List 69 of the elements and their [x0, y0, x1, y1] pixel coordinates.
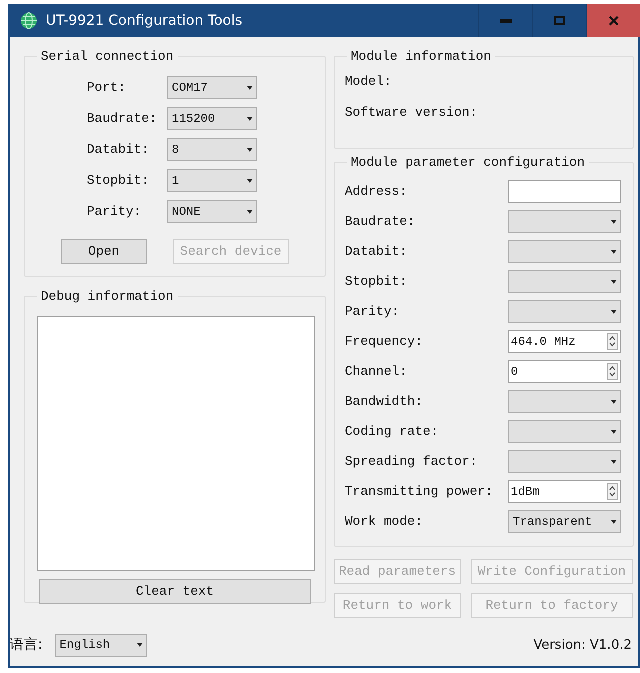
- close-icon: [608, 16, 618, 26]
- dropdown-caret-icon: [611, 460, 617, 464]
- field-label: Parity:: [87, 204, 143, 219]
- close-button[interactable]: [586, 4, 640, 37]
- group-title: Module parameter configuration: [350, 155, 586, 170]
- dropdown-caret-icon: [611, 220, 617, 224]
- action-button[interactable]: Open: [61, 239, 147, 264]
- field-label: Address:: [345, 184, 408, 199]
- spin-arrows-icon[interactable]: [607, 363, 618, 380]
- dropdown[interactable]: [508, 270, 621, 293]
- field-label: Stopbit:: [345, 274, 408, 289]
- group-title: Serial connection: [40, 49, 175, 64]
- language-dropdown[interactable]: English: [54, 634, 147, 656]
- dropdown[interactable]: [508, 210, 621, 233]
- dropdown-caret-icon: [247, 178, 253, 182]
- language-label: 语言:: [10, 636, 43, 654]
- version-text: Version: V1.0.2: [534, 638, 632, 652]
- dropdown[interactable]: [508, 300, 621, 323]
- globe-icon: [20, 12, 38, 30]
- dropdown[interactable]: Transparent: [508, 510, 621, 533]
- field-label: Transmitting power:: [345, 484, 494, 499]
- field-label: Stopbit:: [87, 173, 150, 188]
- dropdown-caret-icon: [611, 520, 617, 524]
- spin-box[interactable]: 1dBm: [508, 480, 621, 503]
- minimize-icon: [500, 18, 512, 22]
- dropdown[interactable]: [508, 420, 621, 443]
- dropdown[interactable]: [508, 450, 621, 473]
- spin-box[interactable]: 464.0 MHz: [508, 330, 621, 353]
- field-label: Work mode:: [345, 514, 424, 529]
- dropdown-caret-icon: [611, 400, 617, 404]
- text-field[interactable]: [508, 180, 621, 203]
- field-label: Databit:: [345, 244, 408, 259]
- dropdown[interactable]: 1: [167, 169, 257, 192]
- field-label: Parity:: [345, 304, 401, 319]
- dropdown[interactable]: 115200: [167, 107, 257, 130]
- field-label: Spreading factor:: [345, 454, 479, 469]
- dropdown[interactable]: 8: [167, 138, 257, 161]
- window-title: UT-9921 Configuration Tools: [46, 12, 243, 28]
- dropdown[interactable]: COM17: [167, 76, 257, 99]
- dropdown-caret-icon: [611, 280, 617, 284]
- dropdown-caret-icon: [247, 148, 253, 152]
- field-label: Baudrate:: [87, 111, 158, 126]
- spin-box[interactable]: 0: [508, 360, 621, 383]
- spin-arrows-icon[interactable]: [607, 333, 618, 350]
- field-label: Coding rate:: [345, 424, 440, 439]
- dropdown-caret-icon: [611, 250, 617, 254]
- field-label: Bandwidth:: [345, 394, 424, 409]
- clear-text-button[interactable]: Clear text: [39, 579, 311, 604]
- dropdown-caret-icon: [611, 430, 617, 434]
- info-label: Model:: [345, 74, 393, 89]
- spin-arrows-icon[interactable]: [607, 483, 618, 500]
- dropdown[interactable]: [508, 390, 621, 413]
- dropdown-caret-icon: [136, 643, 143, 647]
- field-label: Channel:: [345, 364, 408, 379]
- field-label: Baudrate:: [345, 214, 416, 229]
- field-label: Frequency:: [345, 334, 424, 349]
- group-title: Module information: [350, 49, 492, 64]
- dropdown-caret-icon: [247, 86, 253, 90]
- info-label: Software version:: [345, 105, 479, 120]
- dropdown-caret-icon: [611, 310, 617, 314]
- debug-log-area[interactable]: [37, 316, 315, 571]
- dropdown-caret-icon: [247, 116, 253, 120]
- dropdown[interactable]: [508, 240, 621, 263]
- field-label: Databit:: [87, 142, 150, 157]
- maximize-icon: [554, 16, 565, 25]
- dropdown-caret-icon: [247, 210, 253, 214]
- dropdown[interactable]: NONE: [167, 200, 257, 223]
- field-label: Port:: [87, 80, 128, 95]
- group-title: Debug information: [40, 289, 175, 304]
